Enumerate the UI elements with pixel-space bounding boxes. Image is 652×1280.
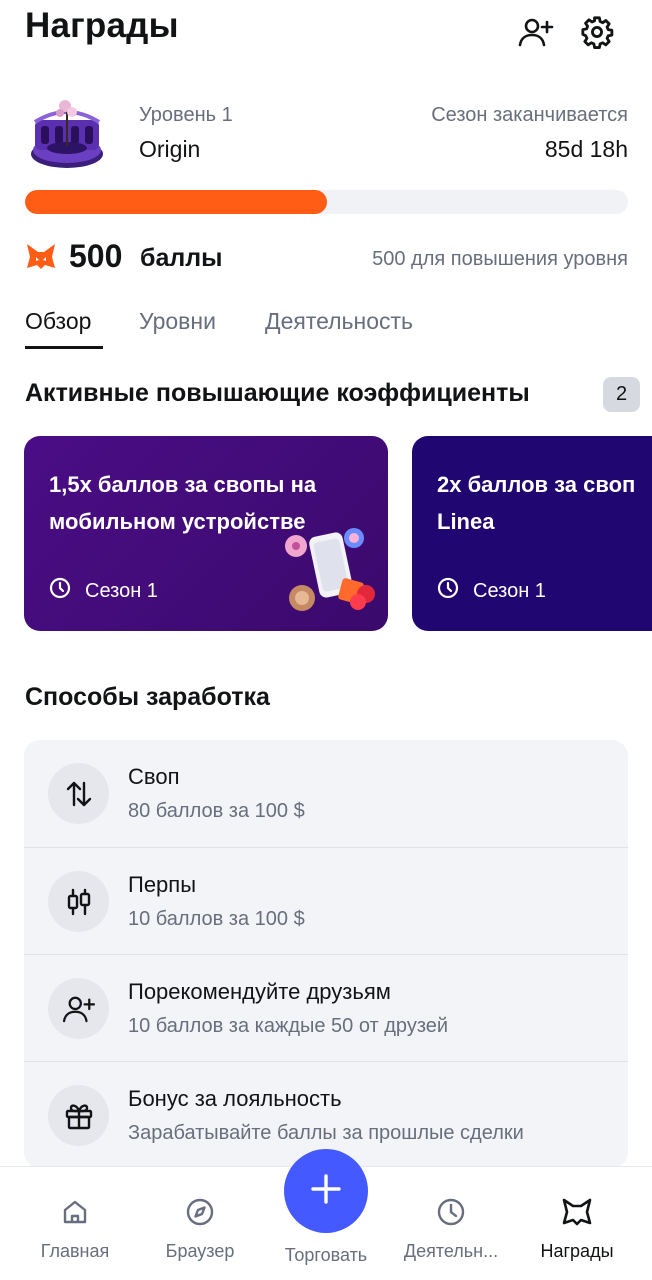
- level-progress-fill: [25, 190, 327, 214]
- nav-browser[interactable]: Браузер: [135, 1195, 265, 1262]
- earn-section-title: Способы заработка: [25, 683, 270, 711]
- tab-levels[interactable]: Уровни: [139, 308, 216, 335]
- level-illustration: [25, 92, 109, 174]
- tab-overview[interactable]: Обзор: [25, 308, 91, 335]
- clock-icon: [49, 577, 71, 605]
- points-to-next-level: 500 для повышения уровня: [372, 248, 628, 270]
- earn-item-title: Бонус за лояльность: [128, 1086, 342, 1111]
- earn-item-title: Перпы: [128, 872, 197, 897]
- earn-item-title: Порекомендуйте друзьям: [128, 979, 391, 1004]
- earn-item-perps[interactable]: Перпы 10 баллов за 100 $: [24, 847, 628, 954]
- bottom-nav: Главная Браузер Торговать Деятельн... На…: [0, 1149, 652, 1280]
- boost-title: 2x баллов за своп Linea: [437, 472, 636, 534]
- level-progress-bar: [25, 190, 628, 214]
- candlestick-icon: [48, 871, 109, 932]
- nav-activity[interactable]: Деятельн...: [386, 1195, 516, 1262]
- clock-icon: [437, 577, 459, 605]
- gear-icon[interactable]: [579, 14, 615, 50]
- tab-activity[interactable]: Деятельность: [265, 308, 413, 335]
- boost-season-label: Сезон 1: [85, 579, 158, 602]
- earn-item-referral[interactable]: Порекомендуйте друзьям 10 баллов за кажд…: [24, 954, 628, 1061]
- trade-label: Торговать: [284, 1245, 368, 1265]
- points-value: 500: [69, 238, 123, 274]
- boosts-count-badge: 2: [603, 377, 640, 412]
- earn-list: Своп 80 баллов за 100 $ Перпы 10 баллов …: [24, 740, 628, 1168]
- active-tab-indicator: [25, 346, 103, 349]
- swap-arrows-icon: [48, 763, 109, 824]
- nav-rewards[interactable]: Награды: [512, 1195, 642, 1262]
- season-end-label: Сезон заканчивается: [431, 104, 628, 126]
- boost-card[interactable]: 1,5x баллов за свопы на мобильном устрой…: [24, 436, 388, 631]
- boost-season: Сезон 1: [49, 577, 158, 605]
- home-icon: [58, 1195, 92, 1229]
- level-label: Уровень 1: [139, 104, 233, 126]
- nav-label: Награды: [540, 1241, 614, 1261]
- trade-button[interactable]: [284, 1149, 368, 1233]
- header: Награды: [0, 0, 652, 64]
- nav-label: Главная: [40, 1241, 110, 1261]
- boosts-section-title: Активные повышающие коэффициенты: [25, 379, 530, 407]
- points-unit: баллы: [140, 244, 223, 272]
- fox-icon: [560, 1195, 594, 1229]
- boost-season-label: Сезон 1: [473, 579, 546, 602]
- tabs: Обзор Уровни Деятельность: [0, 300, 652, 352]
- nav-label: Браузер: [165, 1241, 235, 1261]
- season-remaining: 85d 18h: [544, 136, 628, 162]
- earn-item-title: Своп: [128, 764, 180, 789]
- level-name: Origin: [139, 136, 201, 162]
- earn-item-subtitle: 80 баллов за 100 $: [128, 800, 305, 822]
- level-card: Уровень 1 Origin Сезон заканчивается 85d…: [0, 86, 652, 186]
- add-user-icon[interactable]: [518, 14, 554, 50]
- earn-item-subtitle: 10 баллов за каждые 50 от друзей: [128, 1015, 449, 1037]
- points-row: 500 баллы 500 для повышения уровня: [0, 236, 652, 282]
- earn-item-subtitle: 10 баллов за 100 $: [128, 908, 305, 930]
- boost-card[interactable]: 2x баллов за своп Linea Сезон 1: [412, 436, 652, 631]
- earn-item-swap[interactable]: Своп 80 баллов за 100 $: [24, 740, 628, 847]
- clock-icon: [434, 1195, 468, 1229]
- add-user-icon: [48, 978, 109, 1039]
- fox-icon: [25, 241, 57, 273]
- page-title: Награды: [25, 6, 179, 45]
- nav-home[interactable]: Главная: [10, 1195, 140, 1262]
- compass-icon: [183, 1195, 217, 1229]
- plus-icon: [309, 1172, 343, 1211]
- nav-label: Деятельн...: [403, 1241, 499, 1261]
- boost-season: Сезон 1: [437, 577, 546, 605]
- gift-icon: [48, 1085, 109, 1146]
- phone-gifts-illustration: [282, 528, 382, 620]
- earn-item-subtitle: Зарабатывайте баллы за прошлые сделки: [128, 1122, 524, 1144]
